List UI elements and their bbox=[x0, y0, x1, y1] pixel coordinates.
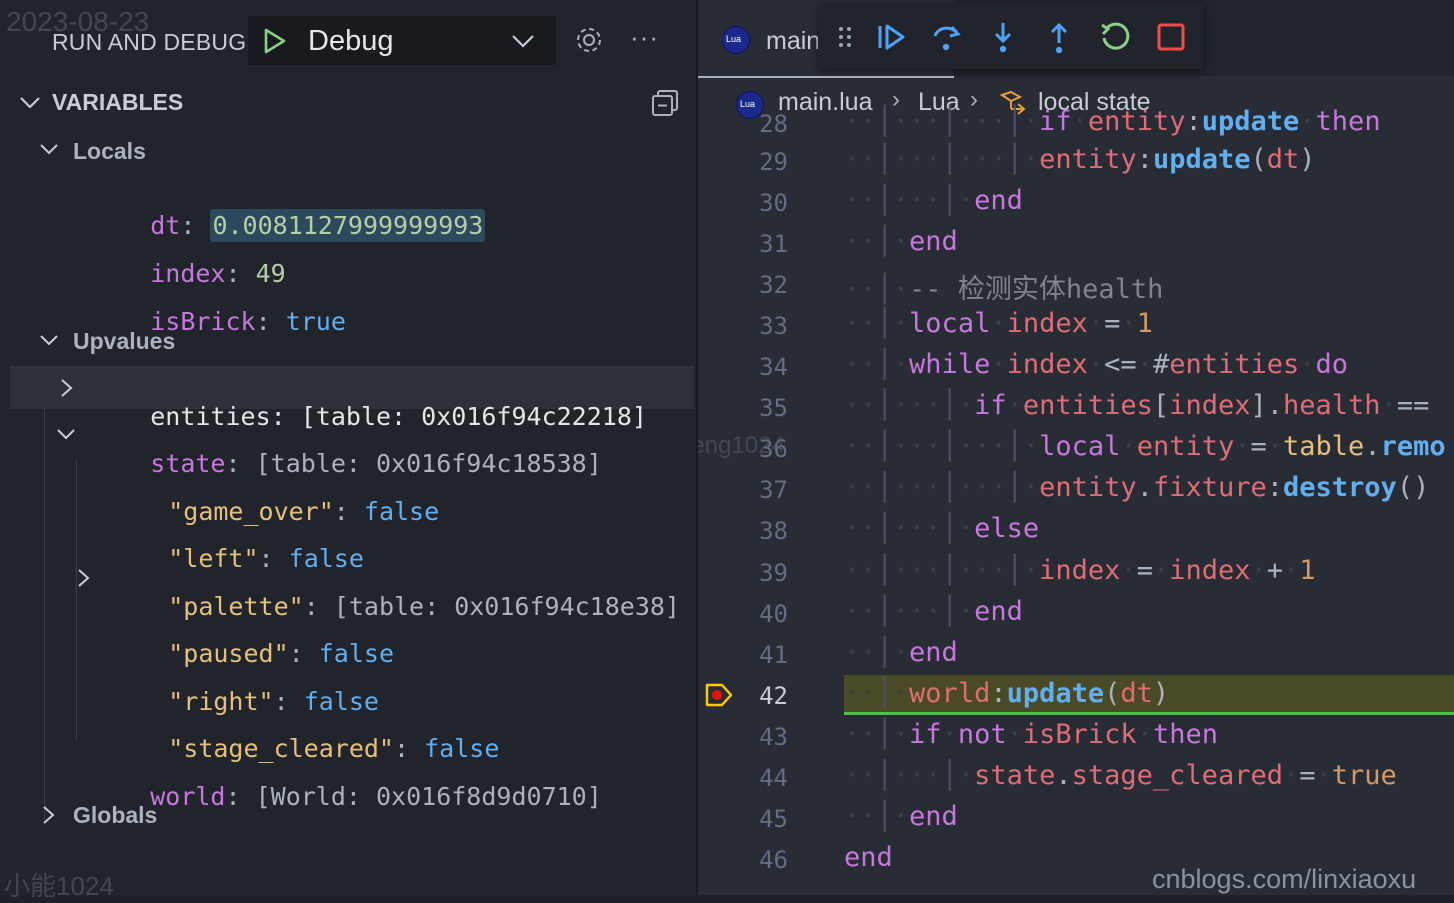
line-number: 31 bbox=[759, 230, 788, 258]
debug-config-select[interactable]: Debug bbox=[248, 16, 556, 65]
tree-indent-guide bbox=[44, 368, 45, 820]
chevron-down-icon[interactable] bbox=[510, 28, 536, 54]
restart-icon[interactable] bbox=[1098, 20, 1132, 54]
tree-indent-guide bbox=[76, 460, 77, 740]
chevron-right-icon[interactable] bbox=[75, 567, 93, 589]
start-debugging-icon[interactable] bbox=[262, 27, 288, 55]
code-line[interactable]: ··│·-- 检测实体health bbox=[844, 267, 1163, 306]
middle-watermark: xiaoneng1024 bbox=[698, 432, 785, 459]
line-number: 33 bbox=[759, 312, 788, 340]
chevron-down-icon[interactable] bbox=[18, 92, 42, 114]
breakpoint-stack-frame-icon[interactable] bbox=[704, 682, 734, 708]
url-watermark: cnblogs.com/linxiaoxu bbox=[1152, 864, 1417, 894]
variable-value: true bbox=[285, 307, 346, 336]
code-line[interactable]: ··│···│·end bbox=[844, 596, 1023, 627]
more-actions-icon[interactable]: ··· bbox=[630, 22, 659, 53]
field-value: false bbox=[363, 497, 440, 526]
locals-scope[interactable]: Locals bbox=[73, 138, 146, 165]
step-into-icon[interactable] bbox=[986, 20, 1020, 54]
code-line[interactable]: end bbox=[844, 842, 893, 873]
line-number: 30 bbox=[759, 189, 788, 217]
debug-sidebar: 2023-08-23 RUN AND DEBUG Debug ··· VARIA… bbox=[0, 0, 696, 901]
step-out-icon[interactable] bbox=[1042, 20, 1076, 54]
line-number: 32 bbox=[759, 271, 788, 299]
drag-handle-icon[interactable] bbox=[838, 20, 852, 54]
debug-toolbar bbox=[818, 3, 1204, 69]
line-number: 45 bbox=[759, 805, 788, 833]
gear-icon[interactable] bbox=[572, 23, 606, 57]
chevron-right-icon[interactable] bbox=[40, 804, 58, 826]
globals-scope[interactable]: Globals bbox=[73, 802, 157, 829]
chevron-down-icon[interactable] bbox=[38, 140, 60, 160]
code-line[interactable]: ··│·local·index·=·1 bbox=[844, 308, 1153, 339]
code-line[interactable]: ··│···│·else bbox=[844, 513, 1039, 544]
code-line[interactable]: ··│···│···│·index·=·index·+·1 bbox=[844, 555, 1316, 586]
step-over-icon[interactable] bbox=[930, 20, 964, 54]
separator: : bbox=[225, 782, 256, 811]
code-line[interactable]: ··│···│·end bbox=[844, 185, 1023, 216]
chevron-down-icon[interactable] bbox=[55, 426, 77, 444]
variable-value: [World: 0x016f8d9d0710] bbox=[255, 782, 602, 811]
line-number: 40 bbox=[759, 600, 788, 628]
lua-file-icon bbox=[722, 26, 750, 54]
code-line[interactable]: ··│···│···│·entity:update(dt) bbox=[844, 144, 1316, 175]
line-number: 43 bbox=[759, 723, 788, 751]
variable-row-world[interactable]: world: [World: 0x016f8d9d0710] bbox=[90, 753, 602, 840]
code-line-current[interactable]: ··│·world:update(dt) bbox=[844, 678, 1169, 709]
stop-icon[interactable] bbox=[1154, 20, 1188, 54]
debug-config-label: Debug bbox=[308, 25, 394, 57]
line-number: 29 bbox=[759, 148, 788, 176]
line-number: 35 bbox=[759, 394, 788, 422]
current-line-indicator bbox=[844, 712, 1454, 715]
run-and-debug-title: RUN AND DEBUG bbox=[52, 29, 247, 55]
line-number: 28 bbox=[759, 110, 788, 138]
continue-icon[interactable] bbox=[874, 20, 908, 54]
line-number: 34 bbox=[759, 353, 788, 381]
chevron-down-icon[interactable] bbox=[38, 331, 60, 351]
code-line[interactable]: ··│·end bbox=[844, 801, 958, 832]
code-line[interactable]: ··│···│·if·entities[index].health·== bbox=[844, 390, 1429, 421]
separator: : bbox=[255, 307, 286, 336]
code-line[interactable]: ··│···│·state.stage_cleared·=·true bbox=[844, 760, 1397, 791]
code-editor: main.lua bbox=[698, 0, 1454, 895]
line-number: 38 bbox=[759, 517, 788, 545]
line-number: 39 bbox=[759, 559, 788, 587]
code-line[interactable]: ··│···│···│·entity.fixture:destroy() bbox=[844, 472, 1429, 503]
code-line[interactable]: ··│···│···│·local·entity·=·table.remo bbox=[844, 431, 1446, 462]
code-line[interactable]: ··│·end bbox=[844, 226, 958, 257]
code-line[interactable]: ··│·if·not·isBrick·then bbox=[844, 719, 1218, 750]
variable-name: world bbox=[150, 782, 226, 811]
collapse-all-icon[interactable] bbox=[650, 88, 680, 118]
line-number: 37 bbox=[759, 476, 788, 504]
line-number: 44 bbox=[759, 764, 788, 792]
variables-section-title[interactable]: VARIABLES bbox=[52, 89, 183, 116]
line-number: 46 bbox=[759, 846, 788, 874]
code-line[interactable]: ··│···│···│·if·entity:update·then bbox=[844, 106, 1381, 137]
code-line[interactable]: ··│·while·index·<=·#entities·do bbox=[844, 349, 1348, 380]
upvalues-scope[interactable]: Upvalues bbox=[73, 328, 175, 355]
line-number-current: 42 bbox=[759, 682, 788, 710]
bottom-watermark: 小能1024 bbox=[4, 871, 114, 901]
chevron-right-icon[interactable] bbox=[58, 377, 76, 399]
code-line[interactable]: ··│·end bbox=[844, 637, 958, 668]
line-number: 41 bbox=[759, 641, 788, 669]
